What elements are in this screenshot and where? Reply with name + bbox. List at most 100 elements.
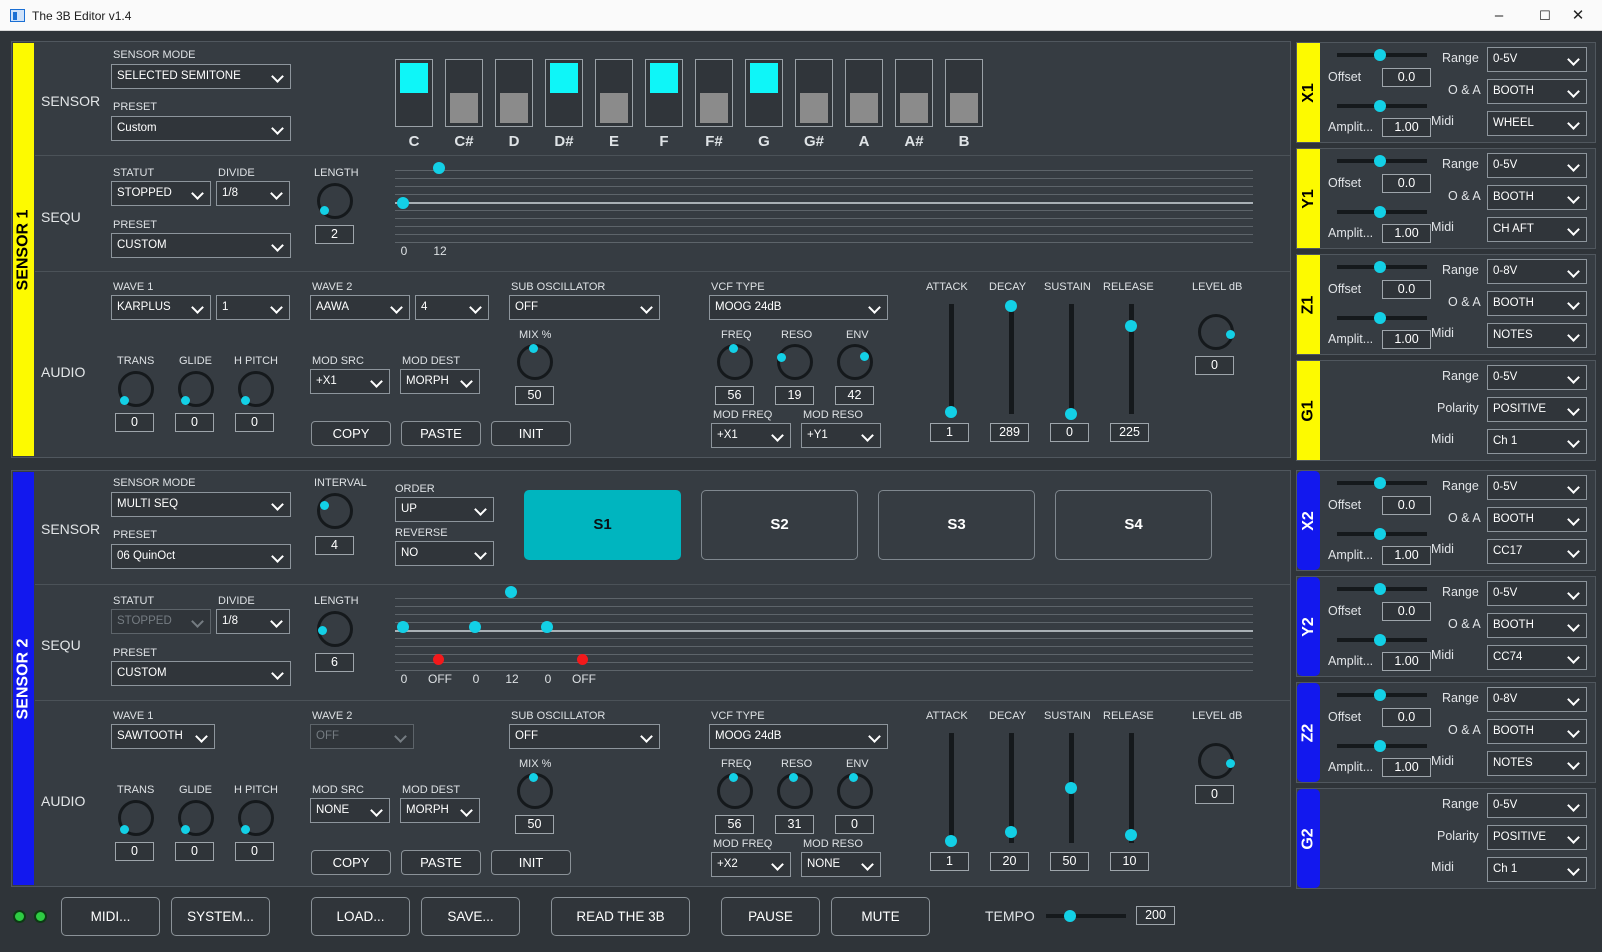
trans-knob[interactable] <box>118 800 154 836</box>
wave1-octave-dropdown[interactable]: 1 <box>216 295 290 320</box>
decay-slider-handle[interactable] <box>1005 826 1017 838</box>
sensor-preset-dropdown[interactable]: 06 QuinOct <box>111 544 291 569</box>
note-toggle-e[interactable] <box>595 59 633 127</box>
offset-slider-handle[interactable] <box>1374 583 1386 595</box>
midi-dropdown[interactable]: NOTES <box>1487 751 1587 776</box>
offset-value[interactable]: 0.0 <box>1382 174 1431 193</box>
offset-value[interactable]: 0.0 <box>1382 496 1431 515</box>
length-value[interactable]: 6 <box>315 653 354 672</box>
tempo-slider[interactable] <box>1046 914 1126 918</box>
system-button[interactable]: SYSTEM... <box>171 897 270 936</box>
sustain-value[interactable]: 50 <box>1050 852 1089 871</box>
range-dropdown[interactable]: 0-5V <box>1487 365 1587 390</box>
attack-slider-handle[interactable] <box>945 406 957 418</box>
init-button[interactable]: INIT <box>491 421 571 446</box>
range-dropdown[interactable]: 0-5V <box>1487 153 1587 178</box>
midi-dropdown[interactable]: WHEEL <box>1487 111 1587 136</box>
offset-slider-handle[interactable] <box>1374 477 1386 489</box>
decay-value[interactable]: 20 <box>990 852 1029 871</box>
pad-s2[interactable]: S2 <box>701 490 858 560</box>
load-button[interactable]: LOAD... <box>311 897 410 936</box>
env-knob[interactable] <box>837 344 873 380</box>
polarity-dropdown[interactable]: POSITIVE <box>1487 397 1587 422</box>
mod-dest-dropdown[interactable]: MORPH <box>400 369 480 394</box>
o-and-a-dropdown[interactable]: BOOTH <box>1487 719 1587 744</box>
o-and-a-dropdown[interactable]: BOOTH <box>1487 79 1587 104</box>
level-knob[interactable] <box>1198 314 1235 350</box>
sub-oscillator-dropdown[interactable]: OFF <box>509 724 660 749</box>
sequencer-step-dot[interactable] <box>541 621 553 633</box>
env-knob[interactable] <box>837 773 873 809</box>
glide-knob[interactable] <box>178 371 214 407</box>
amplitude-value[interactable]: 1.00 <box>1382 224 1431 243</box>
interval-value[interactable]: 4 <box>315 536 354 555</box>
freq-knob[interactable] <box>717 773 753 809</box>
h-pitch-knob[interactable] <box>238 800 274 836</box>
pause-button[interactable]: PAUSE <box>721 897 820 936</box>
o-and-a-dropdown[interactable]: BOOTH <box>1487 507 1587 532</box>
note-toggle-f[interactable] <box>645 59 683 127</box>
sequ-preset-dropdown[interactable]: CUSTOM <box>111 661 291 686</box>
attack-slider-track[interactable] <box>949 733 954 843</box>
statut-dropdown[interactable]: STOPPED <box>111 181 211 206</box>
wave1-dropdown[interactable]: SAWTOOTH <box>111 724 215 749</box>
release-slider-handle[interactable] <box>1125 320 1137 332</box>
level-value[interactable]: 0 <box>1195 356 1234 375</box>
reso-value[interactable]: 19 <box>775 386 814 405</box>
wave2-dropdown[interactable]: AAWA <box>310 295 410 320</box>
o-and-a-dropdown[interactable]: BOOTH <box>1487 185 1587 210</box>
freq-knob[interactable] <box>717 344 753 380</box>
mod-reso-dropdown[interactable]: NONE <box>801 852 881 877</box>
glide-value[interactable]: 0 <box>175 413 214 432</box>
amplitude-slider-handle[interactable] <box>1374 312 1386 324</box>
amplitude-value[interactable]: 1.00 <box>1382 758 1431 777</box>
copy-button[interactable]: COPY <box>311 421 391 446</box>
amplitude-slider-handle[interactable] <box>1374 206 1386 218</box>
order-dropdown[interactable]: UP <box>395 497 494 522</box>
midi-dropdown[interactable]: CH AFT <box>1487 217 1587 242</box>
h-pitch-value[interactable]: 0 <box>235 842 274 861</box>
sequencer-step-dot[interactable] <box>505 586 517 598</box>
sustain-slider-track[interactable] <box>1069 304 1074 414</box>
wave1-dropdown[interactable]: KARPLUS <box>111 295 211 320</box>
attack-value[interactable]: 1 <box>930 852 969 871</box>
range-dropdown[interactable]: 0-5V <box>1487 581 1587 606</box>
note-toggle-d[interactable] <box>495 59 533 127</box>
range-dropdown[interactable]: 0-8V <box>1487 687 1587 712</box>
tempo-slider-handle[interactable] <box>1064 910 1076 922</box>
mix-knob[interactable] <box>517 773 553 809</box>
range-dropdown[interactable]: 0-8V <box>1487 259 1587 284</box>
sequencer-step-off[interactable] <box>577 654 588 665</box>
midi-channel-dropdown[interactable]: Ch 1 <box>1487 429 1587 454</box>
midi-button[interactable]: MIDI... <box>61 897 160 936</box>
mod-freq-dropdown[interactable]: +X2 <box>711 852 791 877</box>
attack-value[interactable]: 1 <box>930 423 969 442</box>
sequencer-step-dot[interactable] <box>397 621 409 633</box>
pad-s1[interactable]: S1 <box>524 490 681 560</box>
mix-knob[interactable] <box>517 344 553 380</box>
sensor-mode-dropdown[interactable]: MULTI SEQ <box>111 492 291 517</box>
sustain-slider-handle[interactable] <box>1065 408 1077 420</box>
polarity-dropdown[interactable]: POSITIVE <box>1487 825 1587 850</box>
trans-value[interactable]: 0 <box>115 413 154 432</box>
sustain-slider-handle[interactable] <box>1065 782 1077 794</box>
minimize-button[interactable]: – <box>1476 4 1522 28</box>
note-toggle-csharp[interactable] <box>445 59 483 127</box>
vcf-type-dropdown[interactable]: MOOG 24dB <box>709 724 888 749</box>
release-value[interactable]: 225 <box>1110 423 1149 442</box>
note-toggle-gsharp[interactable] <box>795 59 833 127</box>
mix-value[interactable]: 50 <box>515 386 554 405</box>
env-value[interactable]: 42 <box>835 386 874 405</box>
reso-knob[interactable] <box>777 344 813 380</box>
mod-dest-dropdown[interactable]: MORPH <box>400 798 480 823</box>
divide-dropdown[interactable]: 1/8 <box>216 609 290 634</box>
offset-value[interactable]: 0.0 <box>1382 708 1431 727</box>
statut-dropdown[interactable]: STOPPED <box>111 609 211 634</box>
range-dropdown[interactable]: 0-5V <box>1487 793 1587 818</box>
sensor-mode-dropdown[interactable]: SELECTED SEMITONE <box>111 64 291 89</box>
close-button[interactable]: ✕ <box>1556 4 1600 28</box>
reverse-dropdown[interactable]: NO <box>395 541 494 566</box>
env-value[interactable]: 0 <box>835 815 874 834</box>
freq-value[interactable]: 56 <box>715 386 754 405</box>
offset-value[interactable]: 0.0 <box>1382 280 1431 299</box>
